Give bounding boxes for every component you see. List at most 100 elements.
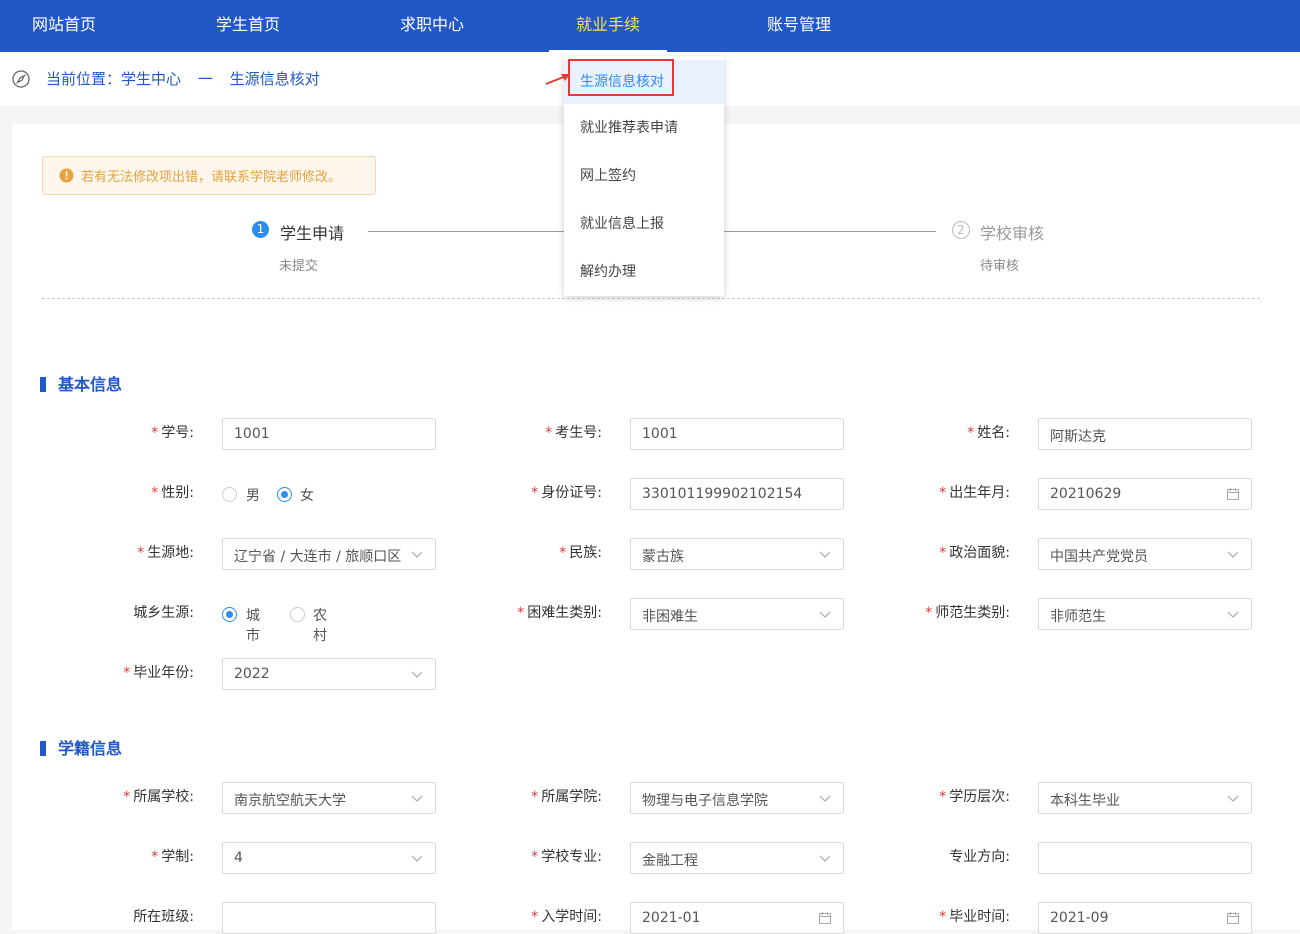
ethnic-value: 蒙古族	[642, 549, 684, 565]
label-class: 所在班级:	[133, 909, 194, 925]
chevron-down-icon	[819, 795, 831, 802]
name-value: 阿斯达克	[1050, 429, 1106, 445]
direction-input[interactable]	[1038, 842, 1252, 874]
political-select[interactable]: 中国共产党党员	[1038, 538, 1252, 570]
label-college: * 所属学院:	[531, 789, 602, 805]
birth-value: 20210629	[1050, 486, 1122, 502]
origin-value: 辽宁省 / 大连市 / 旅顺口区	[234, 549, 402, 565]
difficulty-value: 非困难生	[642, 609, 698, 625]
school-select[interactable]: 南京航空航天大学	[222, 782, 436, 814]
red-arrow-icon	[545, 74, 570, 85]
notice-text: 若有无法修改项出错，请联系学院老师修改。	[81, 170, 342, 185]
nav-account[interactable]: 账号管理	[753, 0, 845, 50]
label-urban: 城乡生源:	[133, 605, 194, 621]
label-name: * 姓名:	[967, 425, 1010, 441]
nav-student-home[interactable]: 学生首页	[202, 0, 294, 50]
political-value: 中国共产党党员	[1050, 549, 1148, 565]
label-enroll: * 入学时间:	[531, 909, 602, 925]
label-graduate: * 毕业时间:	[939, 909, 1010, 925]
label-student-no: * 学号:	[151, 425, 194, 441]
section-basic-info: 基本信息	[40, 371, 122, 395]
nav-job-center[interactable]: 求职中心	[386, 0, 478, 50]
warning-icon	[59, 168, 74, 183]
id-no-value: 330101199902102154	[642, 486, 803, 502]
student-no-input[interactable]: 1001	[222, 418, 436, 450]
duration-select[interactable]: 4	[222, 842, 436, 874]
chevron-down-icon	[1227, 611, 1239, 618]
label-level: * 学历层次:	[939, 789, 1010, 805]
birth-date-picker[interactable]: 20210629	[1038, 478, 1252, 510]
chevron-down-icon	[819, 855, 831, 862]
normal-select[interactable]: 非师范生	[1038, 598, 1252, 630]
label-id-no: * 身份证号:	[531, 485, 602, 501]
difficulty-select[interactable]: 非困难生	[630, 598, 844, 630]
nav-employment-procedures[interactable]: 就业手续	[549, 0, 667, 52]
student-no-value: 1001	[234, 426, 270, 442]
urban-city-radio[interactable]	[222, 607, 237, 622]
breadcrumb-prefix: 当前位置：	[46, 70, 122, 88]
exam-no-input[interactable]: 1001	[630, 418, 844, 450]
step-2-status: 待审核	[980, 259, 1020, 274]
name-input[interactable]: 阿斯达克	[1038, 418, 1252, 450]
nav-home[interactable]: 网站首页	[18, 0, 110, 50]
chevron-down-icon	[1227, 795, 1239, 802]
exam-no-value: 1001	[642, 426, 678, 442]
college-value: 物理与电子信息学院	[642, 793, 768, 809]
major-select[interactable]: 金融工程	[630, 842, 844, 874]
normal-value: 非师范生	[1050, 609, 1106, 625]
label-birth: * 出生年月:	[939, 485, 1010, 501]
major-value: 金融工程	[642, 853, 698, 869]
gender-female-label[interactable]: 女	[300, 485, 314, 505]
menu-item-contract-termination[interactable]: 解约办理	[564, 250, 724, 294]
label-gender: * 性别:	[151, 485, 194, 501]
grad-year-value: 2022	[234, 666, 270, 682]
step-connector-right	[724, 231, 936, 232]
highlight-box	[568, 59, 674, 96]
breadcrumb-current: 生源信息核对	[229, 70, 320, 88]
label-ethnic: * 民族:	[559, 545, 602, 561]
college-select[interactable]: 物理与电子信息学院	[630, 782, 844, 814]
menu-item-employment-report[interactable]: 就业信息上报	[564, 202, 724, 246]
label-direction: 专业方向:	[949, 849, 1010, 865]
gender-male-radio[interactable]	[222, 487, 237, 502]
gender-female-radio[interactable]	[277, 487, 292, 502]
warning-notice: 若有无法修改项出错，请联系学院老师修改。	[42, 156, 376, 195]
top-navbar: 网站首页 学生首页 求职中心 就业手续 账号管理	[0, 0, 1300, 52]
urban-city-label[interactable]: 城市	[246, 605, 260, 645]
section-school-info: 学籍信息	[40, 735, 122, 759]
gender-male-label[interactable]: 男	[246, 485, 260, 505]
step-1-number: 1	[252, 221, 269, 238]
step-2-title: 学校审核	[980, 224, 1045, 243]
enroll-date-picker[interactable]: 2021-01	[630, 902, 844, 934]
class-input[interactable]	[222, 902, 436, 934]
enroll-value: 2021-01	[642, 910, 701, 926]
section-basic-title: 基本信息	[58, 375, 123, 394]
step-connector	[368, 231, 564, 232]
id-no-input[interactable]: 330101199902102154	[630, 478, 844, 510]
breadcrumb-student-center[interactable]: 学生中心	[121, 70, 181, 88]
label-origin: * 生源地:	[137, 545, 194, 561]
urban-rural-label[interactable]: 农村	[313, 605, 327, 645]
label-grad-year: * 毕业年份:	[123, 665, 194, 681]
graduate-date-picker[interactable]: 2021-09	[1038, 902, 1252, 934]
ethnic-select[interactable]: 蒙古族	[630, 538, 844, 570]
label-duration: * 学制:	[151, 849, 194, 865]
calendar-icon[interactable]	[819, 912, 831, 924]
step-2-number: 2	[952, 221, 970, 239]
level-select[interactable]: 本科生毕业	[1038, 782, 1252, 814]
urban-rural-radio[interactable]	[290, 607, 305, 622]
label-school: * 所属学校:	[123, 789, 194, 805]
menu-item-recommendation-form[interactable]: 就业推荐表申请	[564, 106, 724, 150]
label-difficulty: * 困难生类别:	[517, 605, 602, 621]
calendar-icon[interactable]	[1227, 912, 1239, 924]
chevron-down-icon	[819, 611, 831, 618]
grad-year-select[interactable]: 2022	[222, 658, 436, 690]
menu-item-online-signing[interactable]: 网上签约	[564, 154, 724, 198]
compass-icon	[12, 70, 30, 88]
step-1-title: 学生申请	[280, 224, 345, 243]
origin-cascader[interactable]: 辽宁省 / 大连市 / 旅顺口区	[222, 538, 436, 570]
chevron-down-icon	[819, 551, 831, 558]
chevron-down-icon	[1227, 551, 1239, 558]
calendar-icon[interactable]	[1227, 488, 1239, 500]
chevron-down-icon	[411, 551, 423, 558]
